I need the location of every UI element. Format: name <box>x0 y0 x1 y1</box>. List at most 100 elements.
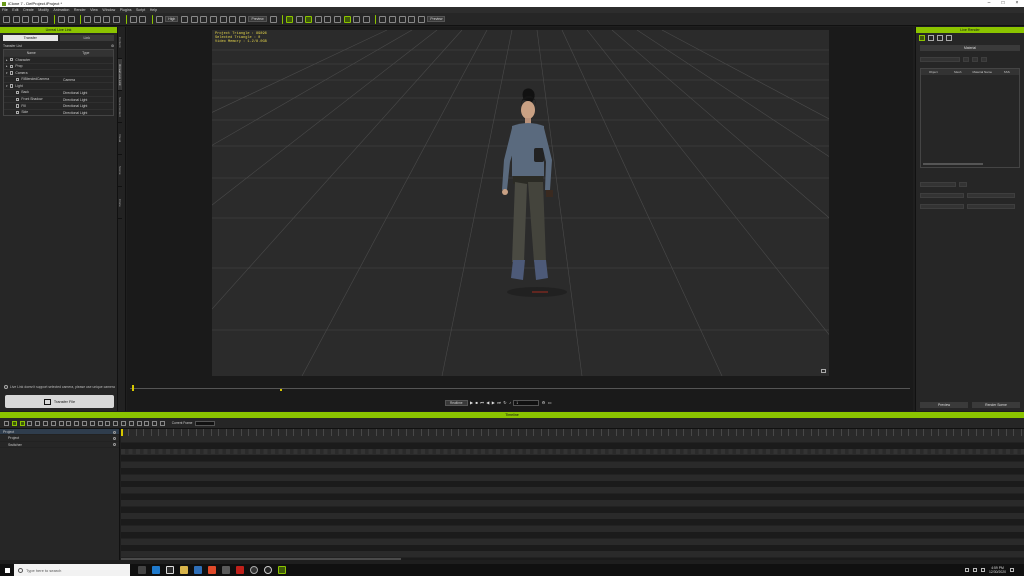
loop-icon[interactable]: ↻ <box>503 400 506 405</box>
volume-icon[interactable] <box>981 568 986 572</box>
move-icon[interactable] <box>93 15 101 23</box>
zoom-in-icon[interactable] <box>89 420 95 426</box>
transfer-list-row[interactable]: ▸ Character <box>4 56 113 63</box>
fit-icon[interactable] <box>105 420 111 426</box>
render-settings-icon[interactable] <box>946 35 952 41</box>
export-icon[interactable] <box>41 15 49 23</box>
timeline-scrollbar[interactable] <box>121 558 401 560</box>
menu-render[interactable]: Render <box>74 8 86 12</box>
material-icon[interactable] <box>937 35 943 41</box>
row-checkbox[interactable] <box>16 97 20 102</box>
path-icon[interactable] <box>353 15 361 23</box>
side-tab-scene-content[interactable]: Scene Content <box>118 91 122 123</box>
timeline-prev-icon[interactable] <box>144 420 150 426</box>
preview-select[interactable]: Preview <box>248 16 267 22</box>
track-toggle-icon[interactable] <box>113 430 116 434</box>
wireframe-icon[interactable] <box>210 15 218 23</box>
notifications-icon[interactable] <box>1010 568 1014 572</box>
tab-link[interactable]: Link <box>59 35 114 41</box>
column-material-name[interactable]: Material Name <box>970 69 995 75</box>
realtime-select[interactable]: Realtime <box>445 399 468 406</box>
motion-layer-icon[interactable] <box>27 420 33 426</box>
3d-viewport[interactable]: Project Triangle : 89896 Selected Triang… <box>212 30 829 376</box>
play-range-icon[interactable] <box>113 420 119 426</box>
material-tab[interactable]: Material <box>920 45 1020 51</box>
column-mesh[interactable]: Mesh <box>946 69 971 75</box>
settings-small-icon[interactable]: ⚙ <box>542 400 546 405</box>
scrub-bar[interactable] <box>130 385 910 391</box>
remove-icon[interactable] <box>981 57 987 62</box>
iclone-icon[interactable] <box>278 566 286 574</box>
break-clip-icon[interactable] <box>50 420 56 426</box>
scale-icon[interactable] <box>112 15 120 23</box>
edit-motion-icon[interactable] <box>334 15 342 23</box>
column-name[interactable]: Name <box>4 50 59 56</box>
chrome-icon[interactable] <box>208 566 216 574</box>
timeline-grid[interactable] <box>121 436 1024 560</box>
curve-icon[interactable] <box>343 15 351 23</box>
menu-animation[interactable]: Animation <box>53 8 69 12</box>
transition-icon[interactable] <box>58 420 64 426</box>
material-filter[interactable] <box>920 57 960 62</box>
shading-icon[interactable] <box>219 15 227 23</box>
render-scene-button[interactable]: Render Scene <box>972 402 1020 408</box>
preview-button[interactable]: Preview <box>920 402 968 408</box>
filter-icon[interactable] <box>11 420 17 426</box>
snap-icon[interactable] <box>129 15 137 23</box>
select-icon[interactable] <box>84 15 92 23</box>
timeline-playhead[interactable] <box>121 429 123 436</box>
task-view-icon[interactable] <box>138 566 146 574</box>
last-frame-icon[interactable]: ⏭ <box>497 400 501 405</box>
quality-select[interactable]: High <box>165 16 179 22</box>
scrub-marker[interactable] <box>132 385 134 391</box>
add-icon[interactable] <box>972 57 978 62</box>
transfer-list-row[interactable]: Side Directional Light <box>4 108 113 116</box>
viewport-maximize-icon[interactable] <box>821 369 826 373</box>
file-explorer-icon[interactable] <box>180 566 188 574</box>
render-option-select-1[interactable] <box>967 193 1015 198</box>
video-icon[interactable] <box>269 15 277 23</box>
rotate-icon[interactable] <box>103 15 111 23</box>
track-switcher[interactable]: Switcher <box>0 442 119 449</box>
timeline-play-icon[interactable] <box>120 420 126 426</box>
redo-icon[interactable] <box>67 15 75 23</box>
minimize-icon[interactable]: – <box>982 0 996 7</box>
side-tab-content[interactable]: Content <box>118 27 122 59</box>
current-frame-field[interactable] <box>195 420 216 426</box>
menu-view[interactable]: View <box>90 8 98 12</box>
prev-frame-icon[interactable]: ◀ <box>486 400 489 405</box>
render-option-2[interactable] <box>920 193 964 198</box>
menu-modify[interactable]: Modify <box>38 8 49 12</box>
gear-icon[interactable]: ⚙ <box>111 43 114 49</box>
row-checkbox[interactable] <box>16 110 20 115</box>
transfer-file-button[interactable]: Transfer File <box>5 395 114 408</box>
menu-help[interactable]: Help <box>150 8 157 12</box>
layout-icon[interactable] <box>238 15 246 23</box>
collect-clip-icon[interactable] <box>42 420 48 426</box>
loop-clip-icon[interactable] <box>74 420 80 426</box>
transfer-list-row[interactable]: Front Shadow Directional Light <box>4 95 113 103</box>
row-checkbox[interactable] <box>10 71 14 75</box>
undo-icon[interactable] <box>57 15 65 23</box>
acrobat-icon[interactable] <box>236 566 244 574</box>
lighting-icon[interactable] <box>928 35 934 41</box>
current-frame-input[interactable]: 1 <box>513 399 540 406</box>
clock[interactable]: 4:59 PM 12/30/2020 <box>989 566 1006 574</box>
realtime-render-icon[interactable] <box>155 15 163 23</box>
grid-icon[interactable] <box>139 15 147 23</box>
flatten-icon[interactable] <box>35 420 41 426</box>
preview-select-2[interactable]: Preview <box>427 16 446 22</box>
key-icon[interactable] <box>19 420 25 426</box>
zoom-out-icon[interactable] <box>97 420 103 426</box>
sound-icon[interactable]: ♪ <box>509 400 511 405</box>
network-icon[interactable] <box>973 568 978 572</box>
photoshop-icon[interactable] <box>194 566 202 574</box>
row-checkbox[interactable] <box>16 91 20 95</box>
refresh-icon[interactable] <box>963 57 969 62</box>
timeline-next-icon[interactable] <box>152 420 158 426</box>
first-frame-icon[interactable]: ⏮ <box>480 400 484 405</box>
row-checkbox[interactable] <box>10 58 14 62</box>
menu-file[interactable]: File <box>2 8 8 12</box>
timeline-toggle-icon[interactable]: ▭ <box>548 400 552 405</box>
transfer-list-row[interactable]: ▾ Camera <box>4 69 113 76</box>
